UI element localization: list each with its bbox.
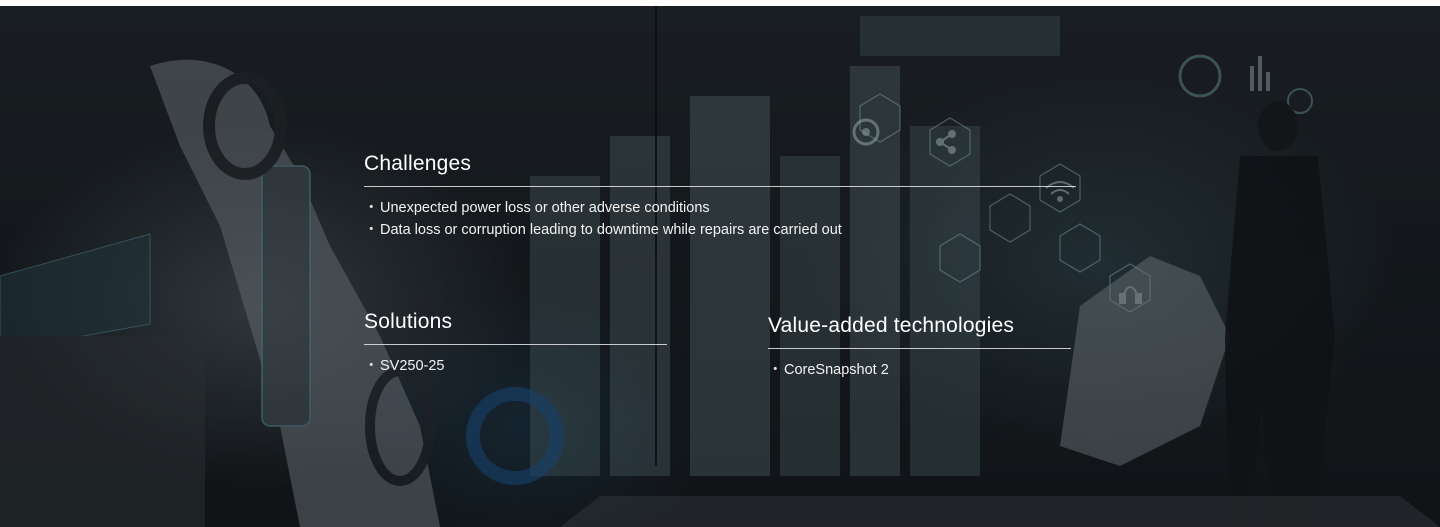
list-item: ・ CoreSnapshot 2 [768, 359, 1071, 381]
solution-text: SV250-25 [380, 358, 445, 374]
solutions-section: Solutions ・ SV250-25 [364, 308, 667, 377]
hero-banner: Challenges ・ Unexpected power loss or oth… [0, 6, 1440, 527]
value-added-divider [768, 348, 1071, 349]
dark-overlay [0, 6, 1440, 527]
value-added-text: CoreSnapshot 2 [784, 362, 889, 378]
challenges-section: Challenges ・ Unexpected power loss or oth… [364, 150, 1076, 241]
solutions-list: ・ SV250-25 [364, 355, 667, 377]
bullet-icon: ・ [768, 362, 783, 378]
solutions-title: Solutions [364, 310, 453, 333]
value-added-section: Value-added technologies ・ CoreSnapshot 2 [768, 312, 1071, 381]
list-item: ・ SV250-25 [364, 355, 667, 377]
challenges-list: ・ Unexpected power loss or other adverse … [364, 197, 1076, 241]
bullet-icon: ・ [364, 222, 379, 238]
challenge-text: Data loss or corruption leading to downt… [380, 222, 842, 238]
challenge-text: Unexpected power loss or other adverse c… [380, 200, 710, 216]
value-added-list: ・ CoreSnapshot 2 [768, 359, 1071, 381]
list-item: ・ Data loss or corruption leading to down… [364, 219, 1076, 241]
bullet-icon: ・ [364, 200, 379, 216]
bullet-icon: ・ [364, 358, 379, 374]
challenges-title: Challenges [364, 152, 472, 175]
solutions-divider [364, 344, 667, 345]
list-item: ・ Unexpected power loss or other adverse … [364, 197, 1076, 219]
challenges-divider [364, 186, 1076, 187]
value-added-title: Value-added technologies [768, 314, 1015, 337]
